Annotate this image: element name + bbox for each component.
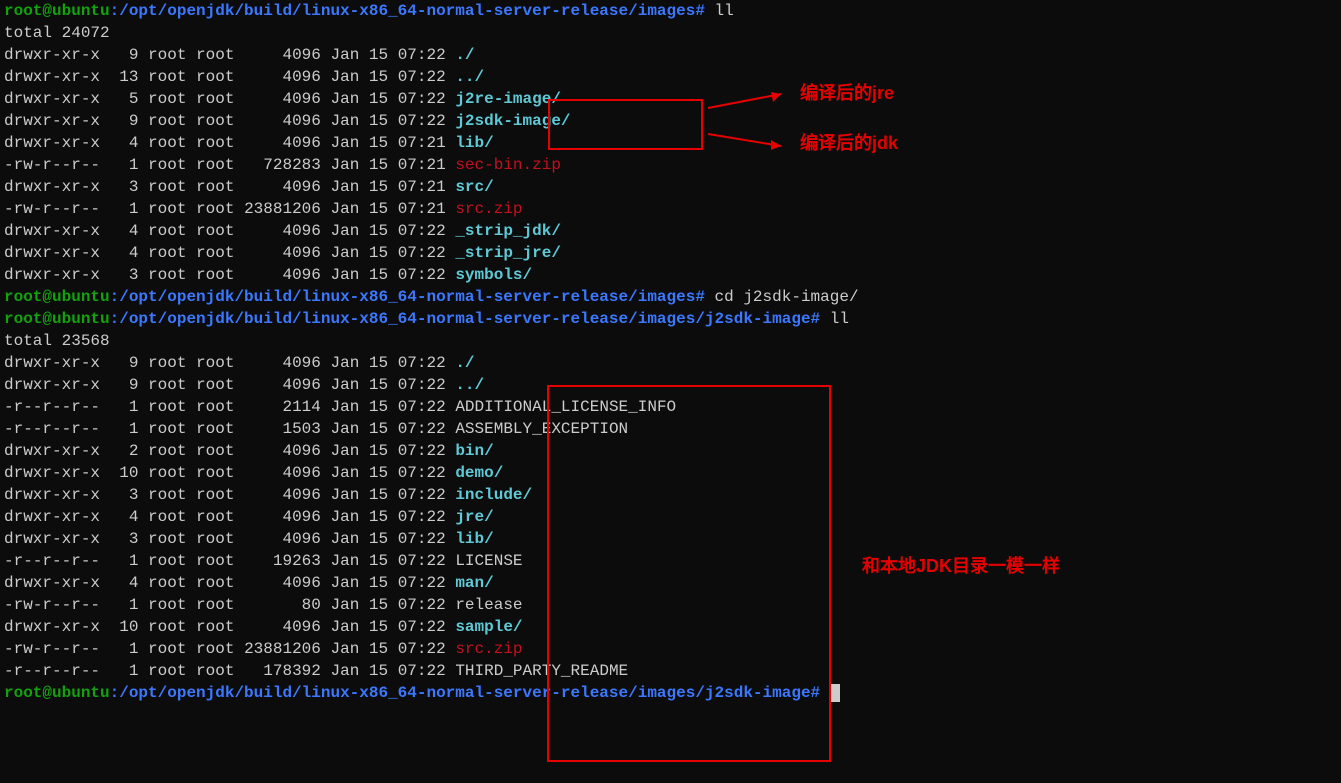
ls-row: -r--r--r-- 1 root root 1503 Jan 15 07:22… (4, 418, 1337, 440)
file-entry: LICENSE (455, 552, 522, 570)
ls-row: drwxr-xr-x 4 root root 4096 Jan 15 07:21… (4, 132, 1337, 154)
file-entry: release (455, 596, 522, 614)
file-entry: ASSEMBLY_EXCEPTION (455, 420, 628, 438)
ls-row: drwxr-xr-x 3 root root 4096 Jan 15 07:22… (4, 264, 1337, 286)
prompt-line: root@ubuntu:/opt/openjdk/build/linux-x86… (4, 286, 1337, 308)
ls-row: drwxr-xr-x 5 root root 4096 Jan 15 07:22… (4, 88, 1337, 110)
ls-row: drwxr-xr-x 10 root root 4096 Jan 15 07:2… (4, 462, 1337, 484)
file-entry: lib/ (455, 530, 493, 548)
file-entry: ./ (455, 46, 474, 64)
file-entry: _strip_jdk/ (455, 222, 561, 240)
file-entry: src/ (455, 178, 493, 196)
file-entry: ../ (455, 376, 484, 394)
ls-row: -rw-r--r-- 1 root root 23881206 Jan 15 0… (4, 638, 1337, 660)
ls-row: -rw-r--r-- 1 root root 23881206 Jan 15 0… (4, 198, 1337, 220)
ls-row: drwxr-xr-x 3 root root 4096 Jan 15 07:22… (4, 484, 1337, 506)
prompt-line: root@ubuntu:/opt/openjdk/build/linux-x86… (4, 308, 1337, 330)
file-entry: bin/ (455, 442, 493, 460)
file-entry: ../ (455, 68, 484, 86)
ls-row: drwxr-xr-x 13 root root 4096 Jan 15 07:2… (4, 66, 1337, 88)
prompt-line[interactable]: root@ubuntu:/opt/openjdk/build/linux-x86… (4, 682, 1337, 704)
ls-row: drwxr-xr-x 4 root root 4096 Jan 15 07:22… (4, 242, 1337, 264)
terminal-output[interactable]: root@ubuntu:/opt/openjdk/build/linux-x86… (0, 0, 1341, 704)
output-line: total 24072 (4, 22, 1337, 44)
ls-row: drwxr-xr-x 4 root root 4096 Jan 15 07:22… (4, 572, 1337, 594)
file-entry: jre/ (455, 508, 493, 526)
file-entry: j2sdk-image/ (455, 112, 570, 130)
file-entry: _strip_jre/ (455, 244, 561, 262)
file-entry: demo/ (455, 464, 503, 482)
ls-row: drwxr-xr-x 9 root root 4096 Jan 15 07:22… (4, 110, 1337, 132)
file-entry: man/ (455, 574, 493, 592)
prompt-line: root@ubuntu:/opt/openjdk/build/linux-x86… (4, 0, 1337, 22)
file-entry: ADDITIONAL_LICENSE_INFO (455, 398, 676, 416)
file-entry: j2re-image/ (455, 90, 561, 108)
file-entry: THIRD_PARTY_README (455, 662, 628, 680)
file-entry: include/ (455, 486, 532, 504)
ls-row: drwxr-xr-x 10 root root 4096 Jan 15 07:2… (4, 616, 1337, 638)
ls-row: drwxr-xr-x 3 root root 4096 Jan 15 07:22… (4, 528, 1337, 550)
ls-row: -r--r--r-- 1 root root 178392 Jan 15 07:… (4, 660, 1337, 682)
file-entry: sec-bin.zip (455, 156, 561, 174)
ls-row: drwxr-xr-x 3 root root 4096 Jan 15 07:21… (4, 176, 1337, 198)
ls-row: -rw-r--r-- 1 root root 80 Jan 15 07:22 r… (4, 594, 1337, 616)
output-line: total 23568 (4, 330, 1337, 352)
ls-row: -r--r--r-- 1 root root 19263 Jan 15 07:2… (4, 550, 1337, 572)
file-entry: sample/ (455, 618, 522, 636)
ls-row: -rw-r--r-- 1 root root 728283 Jan 15 07:… (4, 154, 1337, 176)
cursor (830, 684, 840, 702)
ls-row: drwxr-xr-x 9 root root 4096 Jan 15 07:22… (4, 352, 1337, 374)
file-entry: src.zip (455, 640, 522, 658)
ls-row: drwxr-xr-x 2 root root 4096 Jan 15 07:22… (4, 440, 1337, 462)
file-entry: ./ (455, 354, 474, 372)
ls-row: drwxr-xr-x 4 root root 4096 Jan 15 07:22… (4, 220, 1337, 242)
ls-row: -r--r--r-- 1 root root 2114 Jan 15 07:22… (4, 396, 1337, 418)
ls-row: drwxr-xr-x 9 root root 4096 Jan 15 07:22… (4, 44, 1337, 66)
ls-row: drwxr-xr-x 9 root root 4096 Jan 15 07:22… (4, 374, 1337, 396)
file-entry: src.zip (455, 200, 522, 218)
ls-row: drwxr-xr-x 4 root root 4096 Jan 15 07:22… (4, 506, 1337, 528)
file-entry: symbols/ (455, 266, 532, 284)
file-entry: lib/ (455, 134, 493, 152)
